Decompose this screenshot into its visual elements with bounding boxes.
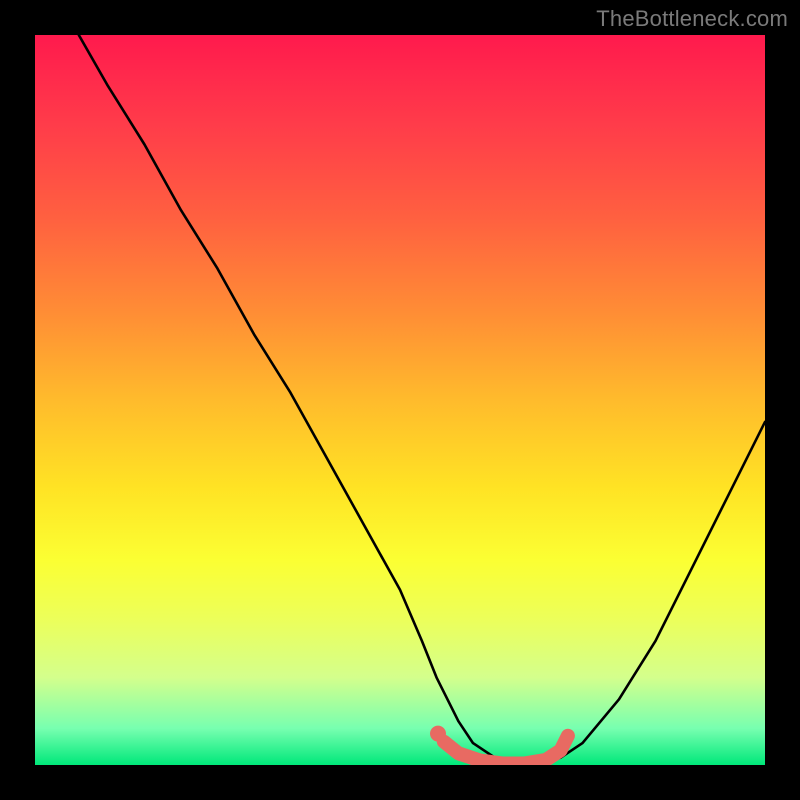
optimal-start-dot	[430, 726, 446, 742]
optimal-range-marker	[444, 736, 568, 764]
chart-svg	[35, 35, 765, 765]
watermark-text: TheBottleneck.com	[596, 6, 788, 32]
chart-frame: TheBottleneck.com	[0, 0, 800, 800]
bottleneck-curve	[79, 35, 765, 765]
chart-plot-area	[35, 35, 765, 765]
